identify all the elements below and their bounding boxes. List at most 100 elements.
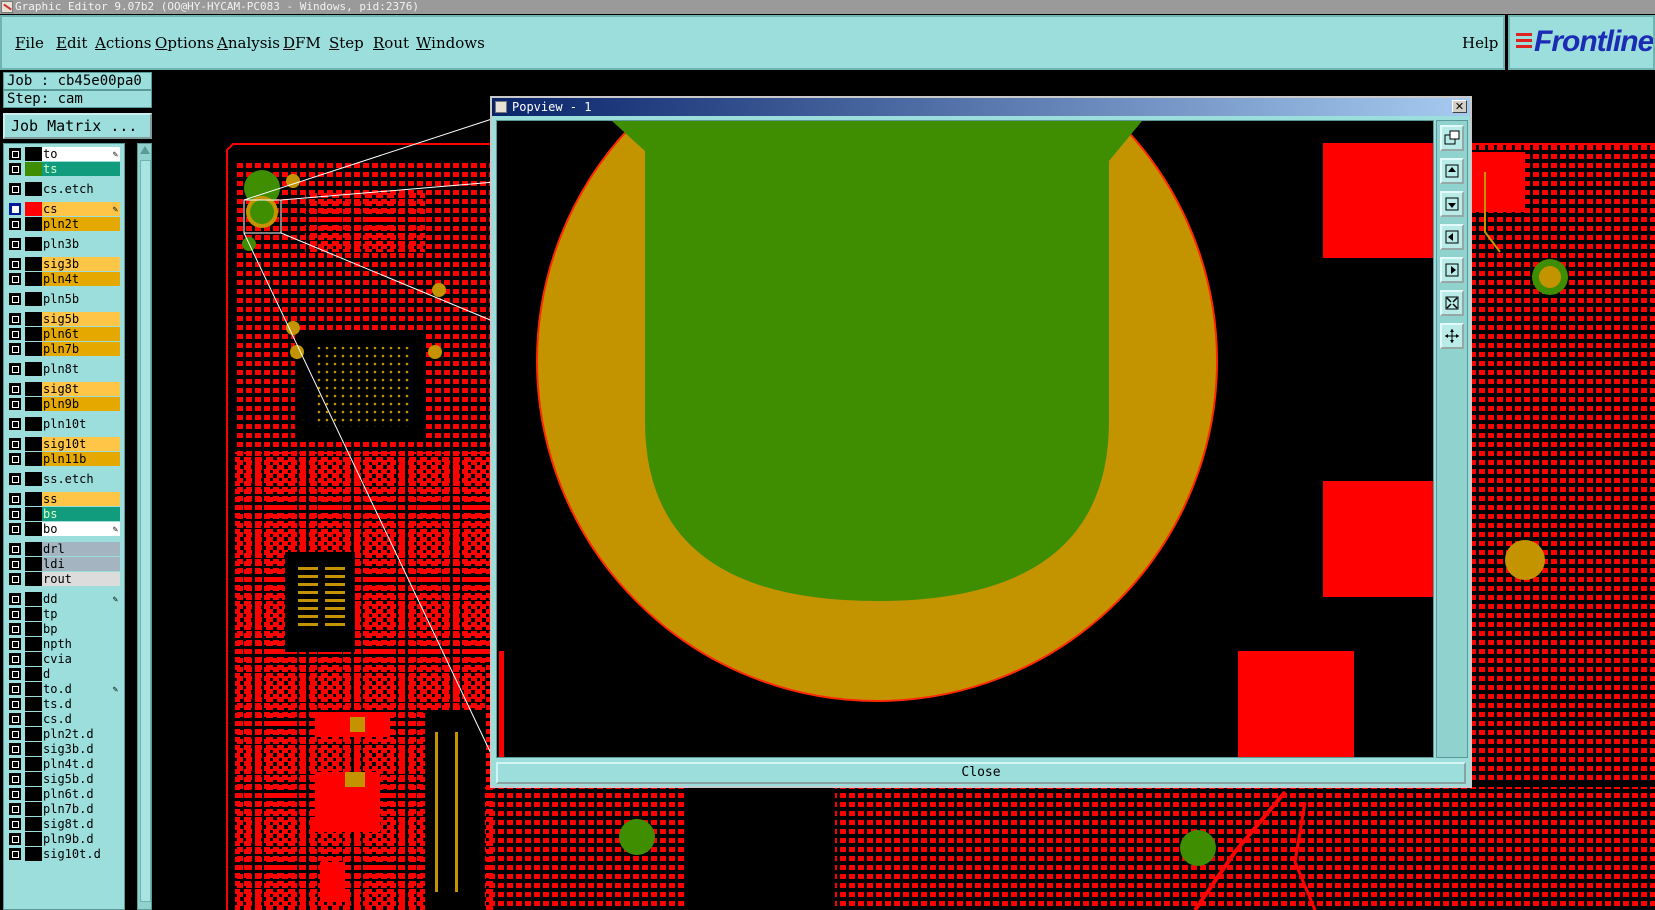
layer-color-swatch[interactable] <box>25 492 42 506</box>
layer-row[interactable]: pln6t <box>9 327 121 341</box>
layer-checkbox[interactable] <box>9 683 21 695</box>
layer-name[interactable]: pln8t <box>42 362 120 376</box>
layer-checkbox[interactable] <box>9 608 21 620</box>
layer-color-swatch[interactable] <box>25 217 42 231</box>
layer-checkbox[interactable] <box>9 818 21 830</box>
layer-row[interactable]: pln10t <box>9 417 121 431</box>
layer-row[interactable]: ts <box>9 162 121 176</box>
scroll-up-icon[interactable] <box>140 146 150 154</box>
layer-color-swatch[interactable] <box>25 832 42 846</box>
zoom-window-tool[interactable] <box>1440 125 1464 151</box>
layer-color-swatch[interactable] <box>25 607 42 621</box>
layer-color-swatch[interactable] <box>25 667 42 681</box>
layer-row[interactable]: ldi <box>9 557 121 571</box>
layer-color-swatch[interactable] <box>25 757 42 771</box>
layer-name[interactable]: pln4t.d <box>42 757 120 771</box>
job-matrix-button[interactable]: Job Matrix ... <box>3 113 152 139</box>
layer-color-swatch[interactable] <box>25 342 42 356</box>
layer-name[interactable]: pln4t <box>42 272 120 286</box>
layer-color-swatch[interactable] <box>25 572 42 586</box>
zoom-fit-tool[interactable] <box>1440 290 1464 316</box>
layer-name[interactable]: rout <box>42 572 120 586</box>
zoom-center-tool[interactable] <box>1440 323 1464 349</box>
layer-checkbox[interactable] <box>9 743 21 755</box>
layer-color-swatch[interactable] <box>25 817 42 831</box>
layer-list-scrollbar[interactable] <box>137 143 152 910</box>
layer-name[interactable]: sig8t <box>42 382 120 396</box>
layer-row[interactable]: bo ✎ <box>9 522 121 536</box>
layer-color-swatch[interactable] <box>25 802 42 816</box>
layer-row[interactable]: sig5b <box>9 312 121 326</box>
layer-name[interactable]: pln11b <box>42 452 120 466</box>
layer-row[interactable]: pln4t <box>9 272 121 286</box>
layer-checkbox[interactable] <box>9 273 21 285</box>
layer-color-swatch[interactable] <box>25 787 42 801</box>
layer-color-swatch[interactable] <box>25 697 42 711</box>
layer-row[interactable]: pln11b <box>9 452 121 466</box>
layer-color-swatch[interactable] <box>25 437 42 451</box>
menu-help[interactable]: Help <box>1462 34 1498 52</box>
layer-checkbox[interactable] <box>9 713 21 725</box>
layer-row[interactable]: bs <box>9 507 121 521</box>
layer-row[interactable]: cs.etch <box>9 182 121 196</box>
layer-color-swatch[interactable] <box>25 772 42 786</box>
layer-row[interactable]: pln5b <box>9 292 121 306</box>
menu-rout[interactable]: Rout <box>373 34 409 52</box>
layer-row[interactable]: sig10t.d <box>9 847 121 861</box>
layer-row[interactable]: sig3b.d <box>9 742 121 756</box>
layer-name[interactable]: ts <box>42 162 120 176</box>
layer-color-swatch[interactable] <box>25 272 42 286</box>
layer-row[interactable]: pln6t.d <box>9 787 121 801</box>
layer-name[interactable]: pln6t <box>42 327 120 341</box>
layer-checkbox[interactable] <box>9 523 21 535</box>
layer-checkbox[interactable] <box>9 183 21 195</box>
layer-row[interactable]: pln9b <box>9 397 121 411</box>
layer-color-swatch[interactable] <box>25 452 42 466</box>
layer-row[interactable]: rout <box>9 572 121 586</box>
layer-row[interactable]: pln7b.d <box>9 802 121 816</box>
layer-color-swatch[interactable] <box>25 312 42 326</box>
layer-name[interactable]: bs <box>42 507 120 521</box>
layer-name[interactable]: sig10t.d <box>42 847 120 861</box>
layer-color-swatch[interactable] <box>25 622 42 636</box>
pan-up-tool[interactable] <box>1440 158 1464 184</box>
layer-color-swatch[interactable] <box>25 652 42 666</box>
layer-color-swatch[interactable] <box>25 727 42 741</box>
layer-color-swatch[interactable] <box>25 417 42 431</box>
layer-checkbox[interactable] <box>9 398 21 410</box>
layer-row[interactable]: cs.d <box>9 712 121 726</box>
layer-checkbox[interactable] <box>9 218 21 230</box>
layer-color-swatch[interactable] <box>25 847 42 861</box>
layer-row[interactable]: sig10t <box>9 437 121 451</box>
layer-row[interactable]: npth <box>9 637 121 651</box>
layer-name[interactable]: d <box>42 667 120 681</box>
layer-checkbox[interactable] <box>9 698 21 710</box>
layer-name[interactable]: ss <box>42 492 120 506</box>
layer-color-swatch[interactable] <box>25 327 42 341</box>
menu-analysis[interactable]: Analysis <box>217 34 280 52</box>
layer-name[interactable]: cs.etch <box>42 182 120 196</box>
popview-close-button[interactable]: Close <box>496 762 1466 784</box>
layer-row[interactable]: cs ✎ <box>9 202 121 216</box>
layer-checkbox[interactable] <box>9 328 21 340</box>
pan-right-tool[interactable] <box>1440 257 1464 283</box>
layer-color-swatch[interactable] <box>25 682 42 696</box>
layer-name[interactable]: bp <box>42 622 120 636</box>
menu-options[interactable]: Options <box>155 34 214 52</box>
layer-name[interactable]: pln7b <box>42 342 120 356</box>
layer-row[interactable]: pln4t.d <box>9 757 121 771</box>
layer-name[interactable]: dd ✎ <box>42 592 120 606</box>
layer-checkbox[interactable] <box>9 418 21 430</box>
popview-zoomed-pad[interactable] <box>497 121 1434 758</box>
layer-checkbox[interactable] <box>9 203 21 215</box>
layer-name[interactable]: sig8t.d <box>42 817 120 831</box>
layer-color-swatch[interactable] <box>25 237 42 251</box>
layer-color-swatch[interactable] <box>25 472 42 486</box>
layer-name[interactable]: tp <box>42 607 120 621</box>
layer-row[interactable]: pln2t.d <box>9 727 121 741</box>
layer-row[interactable]: pln3b <box>9 237 121 251</box>
layer-row[interactable]: drl <box>9 542 121 556</box>
layer-name[interactable]: npth <box>42 637 120 651</box>
layer-checkbox[interactable] <box>9 363 21 375</box>
menu-edit[interactable]: Edit <box>56 34 87 52</box>
